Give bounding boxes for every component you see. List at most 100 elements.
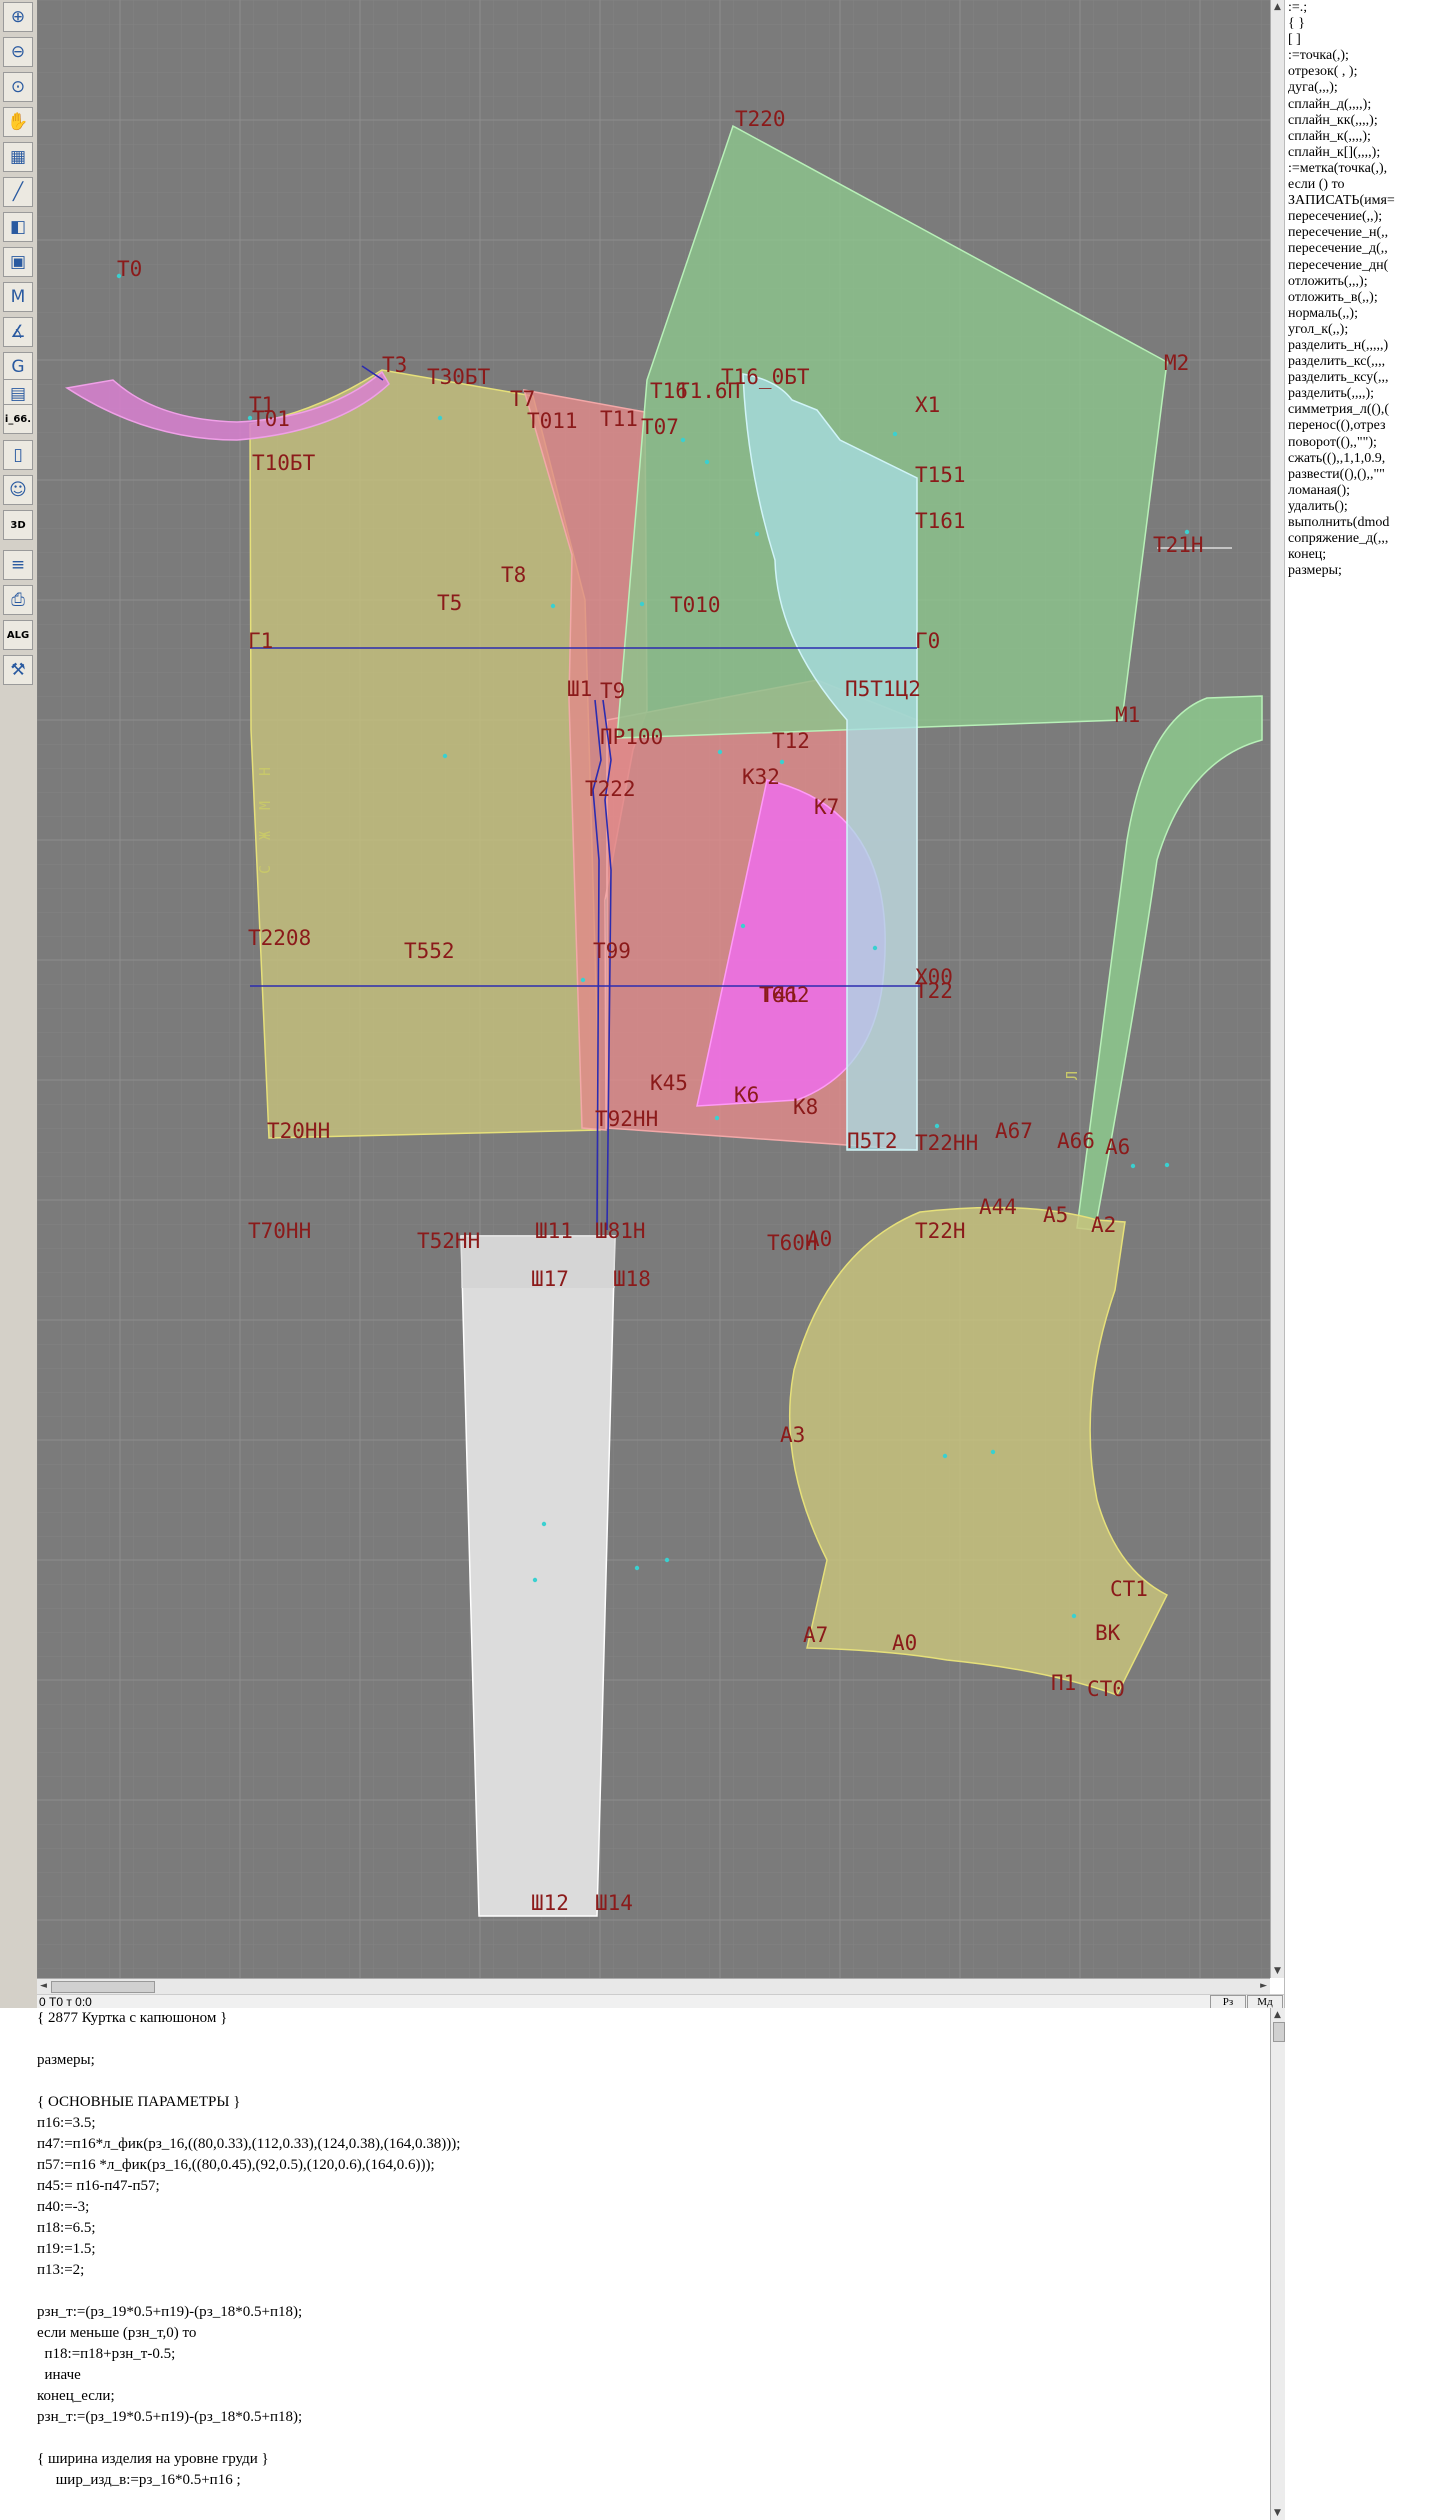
- control-point[interactable]: [1071, 1613, 1077, 1619]
- control-point[interactable]: [116, 273, 122, 279]
- point-label[interactable]: Т011: [527, 409, 578, 433]
- text-button[interactable]: i_66.: [3, 404, 33, 434]
- command-item[interactable]: сопряжение_д(,,,: [1285, 531, 1440, 547]
- point-label[interactable]: А66: [1057, 1129, 1095, 1153]
- control-point[interactable]: [532, 1577, 538, 1583]
- algorithm-icon[interactable]: ALG: [3, 620, 33, 650]
- command-item[interactable]: дуга(,,,);: [1285, 80, 1440, 96]
- control-point[interactable]: [942, 1453, 948, 1459]
- control-point[interactable]: [717, 749, 723, 755]
- control-point[interactable]: [580, 977, 586, 983]
- point-label[interactable]: Т8: [501, 563, 526, 587]
- point-label[interactable]: К6: [734, 1083, 759, 1107]
- command-item[interactable]: ломаная();: [1285, 483, 1440, 499]
- control-point[interactable]: [639, 601, 645, 607]
- point-label[interactable]: Х1: [915, 393, 940, 417]
- control-point[interactable]: [990, 1449, 996, 1455]
- point-label[interactable]: Ш11: [535, 1219, 573, 1243]
- control-point[interactable]: [634, 1565, 640, 1571]
- point-label[interactable]: К7: [814, 795, 839, 819]
- back-pattern-piece[interactable]: [249, 369, 601, 1139]
- command-item[interactable]: перенос((),отрез: [1285, 418, 1440, 434]
- point-label[interactable]: Т22Н: [915, 1219, 966, 1243]
- control-point[interactable]: [779, 759, 785, 765]
- point-label[interactable]: П5Т2: [847, 1129, 898, 1153]
- control-point[interactable]: [437, 415, 443, 421]
- command-item[interactable]: пересечение_д(,,: [1285, 241, 1440, 257]
- point-label[interactable]: Т0: [117, 257, 142, 281]
- command-item[interactable]: отложить_в(,,);: [1285, 290, 1440, 306]
- code-line[interactable]: { ширина изделия на уровне груди }: [37, 2449, 1270, 2470]
- command-item[interactable]: сплайн_к[](,,,,);: [1285, 145, 1440, 161]
- list-icon[interactable]: ≡: [3, 550, 33, 580]
- point-label[interactable]: СТ1: [1110, 1577, 1148, 1601]
- point-label[interactable]: Т222: [585, 777, 636, 801]
- point-label[interactable]: Т1.6П: [677, 379, 740, 403]
- command-item[interactable]: пересечение_н(,,: [1285, 225, 1440, 241]
- command-item[interactable]: { }: [1285, 16, 1440, 32]
- code-line[interactable]: если меньше (рзн_т,0) то: [37, 2323, 1270, 2344]
- point-label[interactable]: Ш17: [531, 1267, 569, 1291]
- command-item[interactable]: :=метка(точка(,),: [1285, 161, 1440, 177]
- point-label[interactable]: Г1: [248, 629, 273, 653]
- code-line[interactable]: конец_если;: [37, 2386, 1270, 2407]
- control-point[interactable]: [442, 753, 448, 759]
- code-line[interactable]: п13:=2;: [37, 2260, 1270, 2281]
- point-label[interactable]: Т5: [437, 591, 462, 615]
- avatar-icon[interactable]: ☺: [3, 475, 33, 505]
- command-item[interactable]: симметрия_л((),(: [1285, 402, 1440, 418]
- point-label[interactable]: Ш12: [531, 1891, 569, 1915]
- drawing-canvas[interactable]: Т220 Т0 Т3 Т30БТ Т7 Т1 Т01 Т10БТ Т011 Т11 Т07 Т16 Т1…: [37, 0, 1270, 1978]
- document-icon[interactable]: ▯: [3, 440, 33, 470]
- command-item[interactable]: разделить(,,,,);: [1285, 386, 1440, 402]
- control-point[interactable]: [872, 945, 878, 951]
- code-line[interactable]: п40:=-3;: [37, 2197, 1270, 2218]
- point-label[interactable]: Ж: [256, 831, 274, 840]
- command-item[interactable]: отрезок( , );: [1285, 64, 1440, 80]
- control-point[interactable]: [934, 1123, 940, 1129]
- point-label[interactable]: СТ0: [1087, 1677, 1125, 1701]
- point-label[interactable]: Т12: [772, 729, 810, 753]
- point-label[interactable]: Т7: [510, 387, 535, 411]
- command-item[interactable]: сплайн_кк(,,,,);: [1285, 113, 1440, 129]
- zoom-window-icon[interactable]: ⊙: [3, 72, 33, 102]
- point-label[interactable]: Т220: [735, 107, 786, 131]
- point-label[interactable]: Т3: [382, 353, 407, 377]
- code-line[interactable]: п18:=п18+рзн_т-0.5;: [37, 2344, 1270, 2365]
- point-label[interactable]: Т10БТ: [252, 451, 316, 475]
- point-label[interactable]: К8: [793, 1095, 818, 1119]
- point-label[interactable]: Ш81Н: [595, 1219, 646, 1243]
- command-item[interactable]: угол_к(,,);: [1285, 322, 1440, 338]
- zoom-in-icon[interactable]: ⊕: [3, 2, 33, 32]
- point-label[interactable]: А44: [979, 1195, 1017, 1219]
- point-label[interactable]: Т9: [600, 679, 625, 703]
- point-label[interactable]: Ш14: [595, 1891, 633, 1915]
- point-label[interactable]: Т21Н: [1153, 533, 1204, 557]
- layers-icon[interactable]: ▣: [3, 247, 33, 277]
- code-line[interactable]: { ОСНОВНЫЕ ПАРАМЕТРЫ }: [37, 2092, 1270, 2113]
- control-point[interactable]: [1184, 529, 1190, 535]
- horizontal-scroll-thumb[interactable]: [51, 1981, 155, 1993]
- point-label[interactable]: Т552: [404, 939, 455, 963]
- code-line[interactable]: п16:=3.5;: [37, 2113, 1270, 2134]
- code-line[interactable]: п45:= п16-п47-п57;: [37, 2176, 1270, 2197]
- pattern-piece-icon[interactable]: ◧: [3, 212, 33, 242]
- grading-icon[interactable]: G: [3, 352, 33, 382]
- point-label[interactable]: Т07: [641, 415, 679, 439]
- command-item[interactable]: пересечение_дн(: [1285, 258, 1440, 274]
- control-point[interactable]: [1130, 1163, 1136, 1169]
- point-label[interactable]: М2: [1164, 351, 1189, 375]
- point-label[interactable]: П1: [1051, 1671, 1076, 1695]
- cuff-pattern-piece[interactable]: [460, 1235, 616, 1917]
- point-label[interactable]: А5: [1043, 1203, 1068, 1227]
- control-point[interactable]: [704, 459, 710, 465]
- point-label[interactable]: Н: [256, 767, 274, 776]
- point-label[interactable]: Т99: [593, 939, 631, 963]
- command-item[interactable]: нормаль(,,);: [1285, 306, 1440, 322]
- point-label[interactable]: А2: [1091, 1213, 1116, 1237]
- code-line[interactable]: п18:=6.5;: [37, 2218, 1270, 2239]
- control-point[interactable]: [754, 531, 760, 537]
- command-item[interactable]: выполнить(dmod: [1285, 515, 1440, 531]
- measure-icon[interactable]: ∡: [3, 317, 33, 347]
- code-line[interactable]: размеры;: [37, 2050, 1270, 2071]
